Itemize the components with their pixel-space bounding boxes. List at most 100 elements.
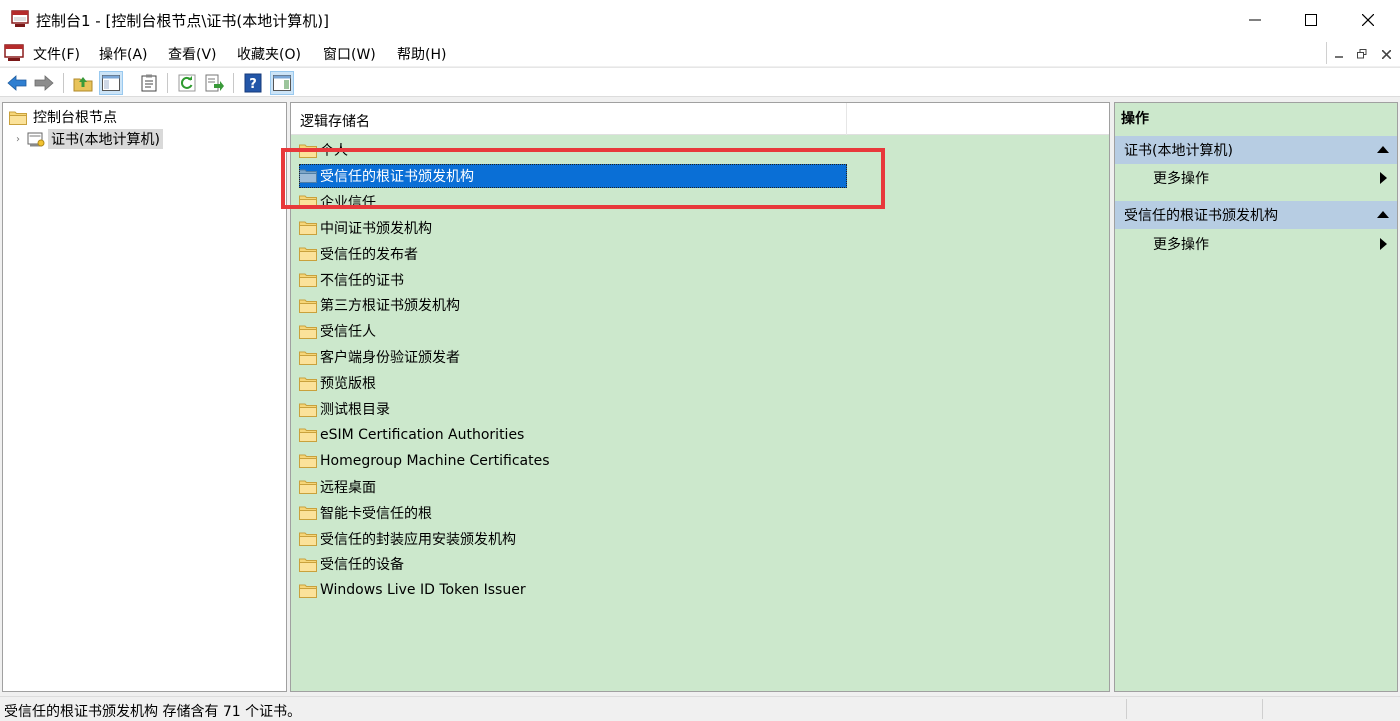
folder-icon	[299, 377, 317, 391]
folder-icon	[299, 403, 317, 417]
tree-root-label: 控制台根节点	[33, 110, 117, 126]
menu-view[interactable]: 查看(V)	[168, 44, 217, 64]
menu-divider	[1326, 42, 1327, 64]
export-list-icon	[205, 74, 224, 92]
section-label: 证书(本地计算机)	[1124, 143, 1233, 159]
refresh-button[interactable]	[175, 71, 199, 95]
list-item-label: 受信任的封装应用安装颁发机构	[320, 531, 516, 548]
chevron-right-icon[interactable]: ›	[13, 134, 23, 145]
folder-icon	[299, 221, 317, 236]
mmc-system-menu-icon[interactable]	[4, 44, 24, 62]
maximize-button[interactable]	[1283, 0, 1339, 40]
help-icon: ?	[244, 73, 262, 93]
folder-icon	[299, 169, 317, 184]
list-item[interactable]: 受信任的封装应用安装颁发机构	[299, 527, 847, 551]
tree-node-label: 证书(本地计算机)	[48, 129, 163, 149]
tree-root-node[interactable]: 控制台根节点	[9, 106, 120, 128]
help-button[interactable]: ?	[241, 71, 265, 95]
results-list-pane: 逻辑存储名 个人受信任的根证书颁发机构 企业信任中间证书颁发机构 受信任的发布者不信…	[290, 102, 1110, 692]
list-item[interactable]: 个人	[299, 138, 847, 162]
collapse-up-icon[interactable]	[1377, 145, 1389, 153]
list-item[interactable]: 企业信任	[299, 190, 847, 214]
collapse-up-icon[interactable]	[1377, 210, 1389, 218]
list-item[interactable]: 客户端身份验证颁发者	[299, 345, 847, 369]
folder-icon	[299, 532, 317, 546]
list-item[interactable]: eSIM Certification Authorities	[299, 423, 847, 447]
back-arrow-icon	[7, 75, 27, 91]
properties-button[interactable]	[137, 71, 161, 95]
show-hide-action-pane-icon	[273, 75, 291, 91]
show-hide-action-pane-button[interactable]	[270, 71, 294, 95]
list-item[interactable]: Windows Live ID Token Issuer	[299, 578, 847, 602]
list-item[interactable]: 受信任的根证书颁发机构	[299, 163, 847, 188]
folder-icon	[299, 558, 317, 572]
show-hide-tree-button[interactable]	[99, 71, 123, 95]
child-close-button[interactable]	[1378, 46, 1394, 62]
folder-icon	[299, 273, 317, 287]
maximize-icon	[1305, 14, 1317, 26]
status-divider	[1126, 699, 1127, 719]
list-item[interactable]: 受信任的设备	[299, 552, 847, 576]
list-item[interactable]: 受信任人	[299, 319, 847, 343]
list-item-label: 个人	[320, 143, 348, 159]
column-header-logical-store-name[interactable]: 逻辑存储名	[300, 111, 370, 131]
column-divider[interactable]	[846, 103, 847, 135]
show-hide-tree-icon	[102, 75, 120, 91]
list-item-label: 企业信任	[320, 194, 376, 211]
list-item-label: Homegroup Machine Certificates	[320, 452, 550, 469]
menu-favorites[interactable]: 收藏夹(O)	[237, 44, 301, 64]
list-item-label: 第三方根证书颁发机构	[320, 298, 460, 315]
list-item-label: 中间证书颁发机构	[320, 220, 432, 237]
submenu-arrow-icon	[1380, 172, 1387, 184]
list-item[interactable]: 测试根目录	[299, 397, 847, 421]
actions-title: 操作	[1121, 111, 1149, 127]
menu-bar: 文件(F) 操作(A) 查看(V) 收藏夹(O) 窗口(W) 帮助(H)	[0, 40, 1400, 66]
svg-text:?: ?	[249, 77, 257, 92]
folder-icon	[299, 195, 317, 210]
actions-section-certificates[interactable]: 证书(本地计算机)	[1115, 136, 1397, 164]
menu-action[interactable]: 操作(A)	[99, 44, 148, 64]
toolbar-separator	[63, 73, 64, 93]
up-one-level-button[interactable]	[71, 71, 95, 95]
export-list-button[interactable]	[203, 71, 227, 95]
back-button[interactable]	[5, 71, 29, 95]
list-column-header[interactable]: 逻辑存储名	[291, 103, 1109, 135]
list-item[interactable]: 智能卡受信任的根	[299, 501, 847, 525]
menu-help[interactable]: 帮助(H)	[397, 44, 446, 64]
minimize-icon	[1335, 56, 1343, 58]
folder-icon	[299, 584, 317, 598]
up-folder-icon	[73, 77, 93, 92]
child-restore-button[interactable]	[1354, 46, 1370, 62]
more-actions-label: 更多操作	[1153, 237, 1209, 253]
child-minimize-button[interactable]	[1331, 46, 1347, 62]
list-item-label: 客户端身份验证颁发者	[320, 350, 460, 367]
forward-button[interactable]	[32, 71, 56, 95]
minimize-button[interactable]	[1227, 0, 1283, 40]
more-actions-item[interactable]: 更多操作	[1153, 167, 1387, 189]
list-item-label: 受信任的根证书颁发机构	[320, 168, 474, 185]
submenu-arrow-icon	[1380, 238, 1387, 250]
close-button[interactable]	[1340, 0, 1396, 40]
list-item[interactable]: 第三方根证书颁发机构	[299, 293, 847, 317]
list-item-label: 受信任的发布者	[320, 246, 418, 263]
list-item-label: 远程桌面	[320, 479, 376, 496]
list-item[interactable]: 不信任的证书	[299, 268, 847, 292]
list-item[interactable]: 预览版根	[299, 371, 847, 395]
folder-icon	[299, 299, 317, 313]
list-item[interactable]: 远程桌面	[299, 475, 847, 499]
list-item[interactable]: 受信任的发布者	[299, 242, 847, 266]
actions-section-trusted-root[interactable]: 受信任的根证书颁发机构	[1115, 201, 1397, 229]
list-item[interactable]: 中间证书颁发机构	[299, 216, 847, 240]
mmc-console-icon	[11, 10, 29, 27]
restore-icon	[1357, 49, 1367, 59]
menu-window[interactable]: 窗口(W)	[323, 44, 376, 64]
more-actions-label: 更多操作	[1153, 171, 1209, 187]
status-divider	[1262, 699, 1263, 719]
folder-icon	[299, 351, 317, 365]
tree-node-certificates[interactable]: › 证书(本地计算机)	[13, 128, 163, 150]
menu-file[interactable]: 文件(F)	[33, 44, 80, 64]
certificate-store-icon	[27, 132, 45, 146]
more-actions-item[interactable]: 更多操作	[1153, 233, 1387, 255]
actions-pane: 操作 证书(本地计算机) 更多操作 受信任的根证书颁发机构 更多操作	[1114, 102, 1398, 692]
list-item[interactable]: Homegroup Machine Certificates	[299, 449, 847, 473]
